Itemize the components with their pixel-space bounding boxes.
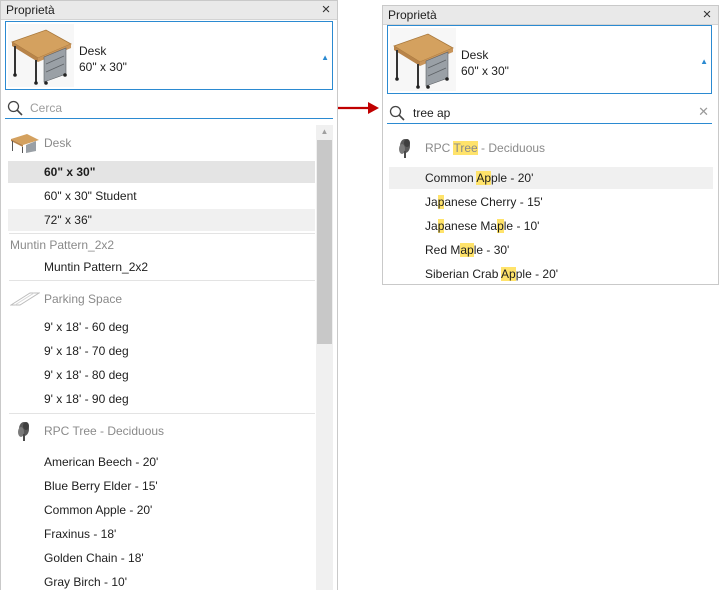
group-divider — [9, 413, 315, 414]
search-icon — [7, 100, 23, 116]
group-label: Muntin Pattern_2x2 — [10, 238, 115, 252]
close-icon[interactable]: × — [699, 6, 715, 23]
list-item[interactable]: 72" x 36" — [8, 209, 315, 231]
clear-search-icon[interactable]: ✕ — [698, 104, 709, 120]
panel-title: Proprietà — [6, 3, 55, 17]
group-header: RPC Tree - Deciduous — [8, 420, 315, 442]
match-highlight: p — [497, 219, 504, 233]
list-item[interactable]: Golden Chain - 18' — [8, 547, 315, 569]
group-label: Desk — [44, 136, 72, 150]
desk-icon — [390, 28, 456, 91]
label-text: - Deciduous — [477, 141, 546, 155]
match-highlight: Tree — [453, 141, 478, 155]
list-item[interactable]: 9' x 18' - 80 deg — [8, 364, 315, 386]
item-text: le - 10' — [503, 219, 540, 233]
group-header: Parking Space — [8, 288, 315, 310]
item-text: ple - 20' — [515, 267, 559, 281]
group-header: RPC Tree - Deciduous — [389, 137, 713, 159]
group-label: Parking Space — [44, 292, 123, 306]
group-label: RPC Tree - Deciduous — [44, 424, 165, 438]
tree-icon — [18, 422, 29, 441]
search-input[interactable]: tree ap — [413, 106, 450, 120]
list-item[interactable]: 9' x 18' - 60 deg — [8, 316, 315, 338]
list-item[interactable]: Common Apple - 20' — [8, 499, 315, 521]
dropdown-caret-icon[interactable]: ▲ — [321, 53, 329, 62]
search-field[interactable]: tree ap ✕ — [387, 102, 712, 124]
item-text: Red M — [425, 243, 461, 257]
item-text: anese Ma — [444, 219, 498, 233]
desk-icon — [11, 134, 39, 153]
type-family-label: Desk — [461, 48, 489, 62]
type-selector[interactable]: Desk 60" x 30" ▲ — [5, 21, 333, 90]
desk-icon — [8, 24, 74, 87]
parking-space-icon — [10, 292, 40, 306]
match-highlight: ap — [460, 243, 474, 257]
group-divider — [9, 280, 315, 281]
red-arrow-icon — [338, 102, 379, 114]
list-item[interactable]: Muntin Pattern_2x2 — [8, 256, 315, 278]
list-item[interactable]: 9' x 18' - 90 deg — [8, 388, 315, 410]
list-item[interactable]: Japanese Maple - 10' — [389, 215, 713, 237]
search-field[interactable]: Cerca — [5, 97, 333, 119]
type-selector[interactable]: Desk 60" x 30" ▲ — [387, 25, 712, 94]
properties-panel-search-filtered: Proprietà × Desk 60" x 30" ▲ tree ap ✕ R… — [382, 5, 719, 285]
item-text: Ja — [425, 219, 438, 233]
item-text: Common — [425, 171, 477, 185]
type-size-label: 60" x 30" — [461, 64, 509, 78]
close-icon[interactable]: × — [318, 1, 334, 18]
match-highlight: Ap — [476, 171, 492, 185]
panel-titlebar: Proprietà × — [1, 1, 337, 20]
search-icon — [389, 105, 405, 121]
group-label: RPC Tree - Deciduous — [425, 141, 545, 155]
list-item[interactable]: 60" x 30" Student — [8, 185, 315, 207]
list-item[interactable]: Red Maple - 30' — [389, 239, 713, 261]
group-header: Desk — [8, 132, 315, 154]
scrollbar-thumb[interactable] — [317, 140, 332, 344]
panel-titlebar: Proprietà × — [383, 6, 718, 25]
properties-panel-search-empty: Proprietà × Desk 60" x 30" ▲ Cerca Desk … — [0, 0, 338, 590]
item-text: Siberian Crab — [425, 267, 502, 281]
item-text: Ja — [425, 195, 438, 209]
list-item[interactable]: Gray Birch - 10' — [8, 571, 315, 590]
type-list: Desk 60" x 30" 60" x 30" Student 72" x 36" M… — [2, 122, 337, 590]
type-name: Desk 60" x 30" — [461, 47, 509, 79]
item-text: le - 30' — [473, 243, 510, 257]
list-item[interactable]: American Beech - 20' — [8, 451, 315, 473]
item-text: ple - 20' — [491, 171, 534, 185]
list-scrollbar[interactable]: ▲ — [316, 125, 333, 590]
type-size-label: 60" x 30" — [79, 60, 127, 74]
filtered-type-list: RPC Tree - Deciduous Common Apple - 20' Ja… — [384, 127, 718, 284]
search-placeholder[interactable]: Cerca — [30, 101, 62, 115]
tree-icon — [399, 139, 410, 158]
list-item[interactable]: Blue Berry Elder - 15' — [8, 475, 315, 497]
scroll-up-arrow-icon[interactable]: ▲ — [316, 125, 333, 139]
list-item[interactable]: 60" x 30" — [8, 161, 315, 183]
dropdown-caret-icon[interactable]: ▲ — [700, 57, 708, 66]
match-highlight: Ap — [501, 267, 516, 281]
panel-title: Proprietà — [388, 8, 437, 22]
list-item[interactable]: Japanese Cherry - 15' — [389, 191, 713, 213]
type-name: Desk 60" x 30" — [79, 43, 127, 75]
group-header: Muntin Pattern_2x2 — [8, 234, 315, 256]
item-text: anese Cherry - 15' — [444, 195, 543, 209]
type-family-label: Desk — [79, 44, 107, 58]
list-item[interactable]: 9' x 18' - 70 deg — [8, 340, 315, 362]
list-item[interactable]: Siberian Crab Apple - 20' — [389, 263, 713, 284]
list-item[interactable]: Fraxinus - 18' — [8, 523, 315, 545]
label-text: RPC — [425, 141, 454, 155]
list-item[interactable]: Common Apple - 20' — [389, 167, 713, 189]
